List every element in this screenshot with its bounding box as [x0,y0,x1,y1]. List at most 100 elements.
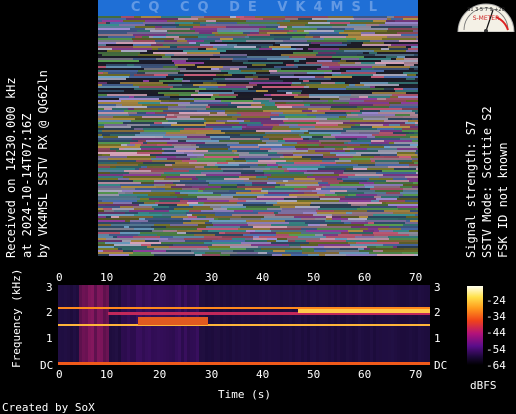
sstv-noise-stripe [362,90,395,92]
sstv-noise-stripe [164,126,205,128]
sstv-noise-stripe [376,198,397,200]
sstv-noise-stripe [375,136,410,138]
sstv-noise-stripe [312,136,323,138]
sstv-noise-stripe [190,28,217,30]
sstv-noise-stripe [273,250,285,252]
sstv-noise-stripe [276,232,301,234]
sstv-noise-stripe [357,46,388,48]
sstv-noise-stripe [327,20,350,22]
sstv-noise-stripe [166,226,206,228]
sstv-noise-stripe [98,162,117,164]
sstv-noise-stripe [227,208,267,210]
sstv-noise-stripe [232,116,270,118]
sstv-noise-stripe [167,142,205,144]
sstv-noise-stripe [234,152,249,154]
sstv-noise-stripe [230,138,260,140]
sstv-noise-stripe [197,196,233,198]
sstv-noise-stripe [243,204,273,206]
sstv-noise-stripe [221,206,246,208]
sstv-noise-stripe [383,174,418,176]
sstv-noise-stripe [262,140,278,142]
sstv-noise-stripe [194,60,232,62]
sstv-noise-stripe [218,86,246,88]
sstv-noise-stripe [349,84,355,86]
sstv-noise-stripe [316,210,334,212]
sstv-noise-stripe [408,48,418,50]
sstv-noise-stripe [200,34,215,36]
sstv-noise-stripe [393,212,418,214]
sstv-noise-stripe [165,188,182,190]
sstv-noise-stripe [343,172,376,174]
sstv-noise-stripe [361,68,374,70]
sstv-noise-stripe [301,82,321,84]
sstv-noise-stripe [359,250,373,252]
sstv-noise-stripe [98,192,118,194]
sstv-noise-stripe [403,18,418,20]
sstv-noise-stripe [346,130,380,132]
sstv-noise-stripe [169,206,193,208]
sstv-noise-stripe [390,96,398,98]
sstv-noise-stripe [406,216,418,218]
sstv-noise-stripe [317,192,335,194]
sstv-noise-stripe [314,250,326,252]
sstv-noise-stripe [218,32,243,34]
sstv-noise-stripe [138,54,161,56]
sstv-noise-stripe [232,238,245,240]
sstv-noise-stripe [406,100,418,102]
sstv-noise-stripe [310,104,349,106]
sstv-noise-stripe [322,64,340,66]
sstv-noise-stripe [215,98,224,100]
sstv-noise-stripe [283,180,288,182]
sstv-noise-stripe [377,194,403,196]
sstv-noise-stripe [212,240,245,242]
sstv-noise-stripe [262,86,304,88]
sstv-noise-stripe [232,150,237,152]
sstv-noise-stripe [180,180,206,182]
sstv-noise-stripe [205,222,212,224]
sstv-noise-stripe [273,204,310,206]
sstv-noise-stripe [241,242,271,244]
sstv-noise-stripe [149,198,183,200]
sstv-noise-stripe [290,38,324,40]
sstv-noise-stripe [354,148,367,150]
sstv-noise-stripe [237,186,275,188]
sstv-noise-stripe [191,16,204,18]
sstv-noise-stripe [285,22,308,24]
sstv-noise-stripe [216,80,251,82]
sstv-noise-stripe [216,120,227,122]
sstv-noise-stripe [301,218,315,220]
sstv-noise-stripe [246,220,285,222]
sstv-noise-stripe [225,122,239,124]
sstv-noise-stripe [177,122,204,124]
sstv-noise-stripe [375,32,397,34]
sstv-noise-stripe [359,216,368,218]
sstv-noise-stripe [218,166,250,168]
sstv-noise-stripe [167,114,174,116]
colorbar-tick-64: -64 [486,359,506,372]
sstv-noise-stripe [198,224,213,226]
sstv-noise-stripe [98,152,137,154]
sstv-noise-stripe [179,56,195,58]
sstv-noise-stripe [239,122,261,124]
sstv-noise-stripe [104,126,131,128]
sstv-noise-stripe [331,78,368,80]
sstv-noise-stripe [170,96,211,98]
sstv-noise-stripe [339,252,369,254]
sstv-noise-stripe [297,142,321,144]
sstv-noise-stripe [309,80,331,82]
sstv-noise-stripe [320,164,358,166]
sstv-noise-stripe [107,82,120,84]
sstv-noise-stripe [266,202,277,204]
sstv-noise-stripe [108,72,137,74]
sstv-noise-stripe [332,218,348,220]
sstv-noise-stripe [140,146,174,148]
sstv-noise-stripe [225,110,263,112]
sstv-noise-stripe [186,68,211,70]
sstv-noise-stripe [412,186,418,188]
sstv-noise-stripe [208,150,232,152]
sstv-noise-stripe [323,46,357,48]
sstv-noise-stripe [98,198,140,200]
sstv-noise-stripe [253,74,294,76]
sstv-noise-stripe [287,32,309,34]
sstv-noise-stripe [277,70,302,72]
